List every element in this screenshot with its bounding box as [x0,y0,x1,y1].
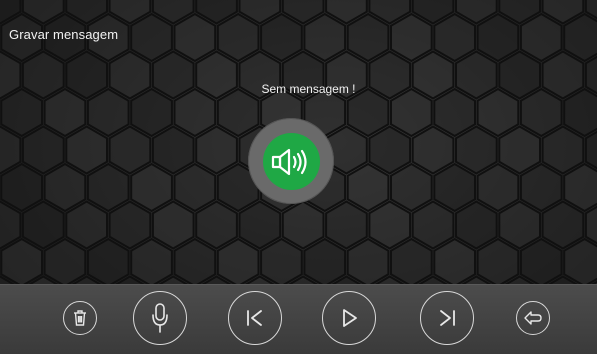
back-icon [524,311,542,325]
hexagon-tile [195,125,238,175]
hexagon-tile [390,162,433,213]
hexagon-tile [0,237,43,284]
microphone-icon [152,303,168,333]
hexagon-tile [173,237,217,284]
hexagon-tile [0,162,43,213]
hexagon-tile [238,200,282,250]
hexagon-tile [325,200,368,250]
hexagon-tile [260,12,303,63]
hexagon-tile [346,237,390,284]
hexagon-tile [130,87,173,138]
hexagon-tile [433,12,476,63]
back-button[interactable] [516,301,550,335]
hexagon-tile [346,162,390,213]
hexagon-tile [368,200,412,250]
hexagon-tile [519,12,563,63]
hexagon-tile [216,87,260,138]
hexagon-tile [173,12,217,63]
hexagon-tile [260,237,303,284]
play-icon [343,309,357,327]
hexagon-tile [216,12,260,63]
speaker-button[interactable] [263,133,320,190]
hexagon-tile [130,237,173,284]
hexagon-tile [411,125,455,175]
previous-button[interactable] [228,291,282,345]
toolbar [0,284,597,354]
hexagon-tile [173,162,217,213]
next-button[interactable] [420,291,474,345]
hexagon-tile [476,237,520,284]
hexagon-tile [151,200,195,250]
hexagon-tile [108,200,152,250]
hexagon-tile [541,200,585,250]
hexagon-tile [390,12,433,63]
hexagon-tile [195,200,238,250]
status-message-row: Sem mensagem ! [0,82,597,96]
hexagon-tile [303,12,347,63]
hexagon-tile [455,125,498,175]
previous-icon [247,310,262,326]
hexagon-tile [216,237,260,284]
hexagon-tile [433,237,476,284]
hexagon-tile [455,200,498,250]
record-message-screen: Gravar mensagem Sem mensagem ! [0,0,597,354]
status-message: Sem mensagem ! [261,82,356,96]
hexagon-tile [519,237,563,284]
hexagon-tile [130,12,173,63]
hexagon-tile [390,237,433,284]
hexagon-tile [21,125,65,175]
next-icon [440,310,455,326]
hexagon-tile [43,237,87,284]
page-title: Gravar mensagem [9,27,119,42]
play-button[interactable] [322,291,376,345]
hexagon-tile [151,125,195,175]
hexagon-tile [476,12,520,63]
delete-button[interactable] [63,301,97,335]
hexagon-tile [498,125,541,175]
hexagon-tile [498,200,541,250]
hexagon-tile [346,87,390,138]
hexagon-tile [65,125,108,175]
hexagon-tile [368,125,412,175]
hexagon-tile [346,12,390,63]
hexagon-tile [519,162,563,213]
hexagon-tile [390,87,433,138]
hexagon-tile [86,237,130,284]
hexagon-tile [303,237,347,284]
hexagon-tile [476,87,520,138]
hexagon-tile [433,162,476,213]
hexagon-tile [519,87,563,138]
hexagon-tile [21,200,65,250]
hexagon-tile [476,162,520,213]
hexagon-tile [411,200,455,250]
hexagon-tile [86,87,130,138]
hexagon-tile [541,125,585,175]
hexagon-tile [65,200,108,250]
hexagon-tile [130,162,173,213]
hexagon-tile [86,162,130,213]
hexagon-tile [173,87,217,138]
hexagon-tile [108,125,152,175]
hexagon-tile [281,200,325,250]
record-button[interactable] [133,291,187,345]
hexagon-tile [43,87,87,138]
hexagon-tile [0,87,43,138]
trash-icon [74,310,86,326]
hexagon-tile [433,87,476,138]
speaker-volume-icon [271,148,307,175]
hexagon-tile [43,162,87,213]
